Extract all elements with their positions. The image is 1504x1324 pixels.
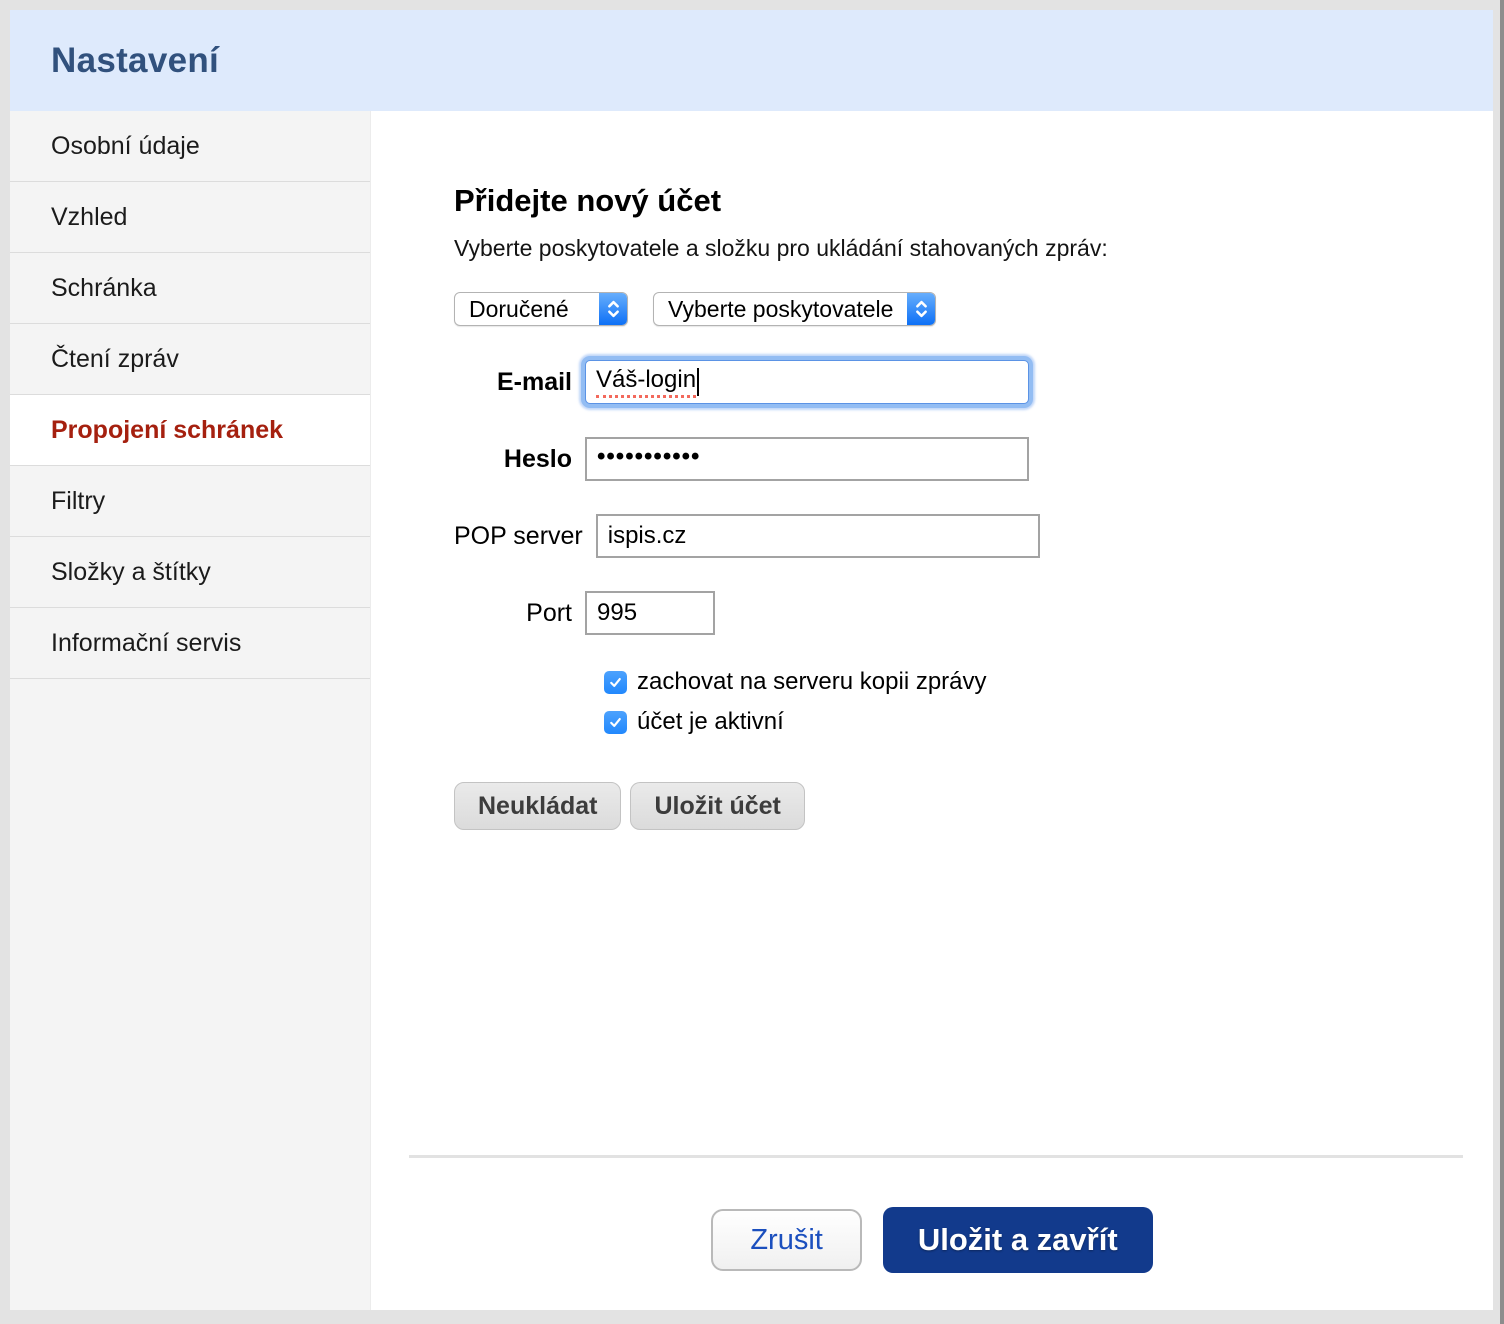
sidebar-item-osobni-udaje[interactable]: Osobní údaje	[10, 111, 370, 182]
email-label: E-mail	[454, 368, 572, 397]
sidebar-item-label: Filtry	[51, 487, 105, 516]
email-field[interactable]: Váš-login	[585, 360, 1029, 404]
sidebar-item-label: Osobní údaje	[51, 132, 200, 161]
cancel-button[interactable]: Zrušit	[711, 1209, 862, 1271]
sidebar-item-label: Vzhled	[51, 203, 127, 232]
sidebar-item-label: Informační servis	[51, 629, 241, 658]
password-value: •••••••••••	[597, 443, 700, 471]
sidebar-item-label: Složky a štítky	[51, 558, 211, 587]
sidebar-item-schranka[interactable]: Schránka	[10, 253, 370, 324]
section-subtitle: Vyberte poskytovatele a složku pro uklád…	[454, 235, 1453, 262]
window-right-edge	[1500, 0, 1504, 1324]
sidebar-item-vzhled[interactable]: Vzhled	[10, 182, 370, 253]
page-title: Nastavení	[51, 41, 219, 81]
settings-dialog: Nastavení Osobní údaje Vzhled Schránka Č…	[10, 10, 1493, 1310]
port-field[interactable]: 995	[585, 591, 715, 635]
checkbox-checked-icon	[604, 711, 627, 734]
folder-select[interactable]: Doručené	[454, 292, 628, 326]
text-caret	[697, 368, 699, 396]
chevron-up-down-icon	[907, 293, 935, 325]
sidebar-item-cteni-zprav[interactable]: Čtení zpráv	[10, 324, 370, 395]
main-panel: Přidejte nový účet Vyberte poskytovatele…	[371, 111, 1493, 1310]
keep-copy-checkbox[interactable]: zachovat na serveru kopii zprávy	[604, 668, 1453, 696]
checkbox-checked-icon	[604, 671, 627, 694]
empty-space	[371, 830, 1493, 1155]
folder-select-value: Doručené	[455, 293, 599, 325]
chevron-up-down-icon	[599, 293, 627, 325]
pop-server-value: ispis.cz	[608, 522, 687, 550]
section-title: Přidejte nový účet	[454, 183, 1453, 219]
save-and-close-button[interactable]: Uložit a zavřít	[883, 1207, 1153, 1273]
account-active-label: účet je aktivní	[637, 708, 784, 736]
sidebar-item-propojeni-schranek[interactable]: Propojení schránek	[10, 395, 370, 466]
settings-sidebar: Osobní údaje Vzhled Schránka Čtení zpráv…	[10, 111, 371, 1310]
sidebar-item-label: Propojení schránek	[51, 416, 283, 445]
password-label: Heslo	[454, 445, 572, 474]
pop-server-label: POP server	[454, 522, 583, 551]
port-value: 995	[597, 599, 637, 627]
discard-button[interactable]: Neukládat	[454, 782, 621, 830]
port-label: Port	[454, 599, 572, 628]
provider-select-value: Vyberte poskytovatele	[654, 293, 907, 325]
sidebar-item-slozky-a-stitky[interactable]: Složky a štítky	[10, 537, 370, 608]
dialog-footer: Zrušit Uložit a zavřít	[371, 1158, 1493, 1310]
provider-select[interactable]: Vyberte poskytovatele	[653, 292, 936, 326]
keep-copy-label: zachovat na serveru kopii zprávy	[637, 668, 987, 696]
settings-window: Nastavení Osobní údaje Vzhled Schránka Č…	[0, 0, 1504, 1324]
sidebar-item-informacni-servis[interactable]: Informační servis	[10, 608, 370, 679]
pop-server-field[interactable]: ispis.cz	[596, 514, 1040, 558]
sidebar-item-label: Čtení zpráv	[51, 345, 179, 374]
password-field[interactable]: •••••••••••	[585, 437, 1029, 481]
dialog-header: Nastavení	[10, 10, 1493, 111]
account-active-checkbox[interactable]: účet je aktivní	[604, 708, 1453, 736]
email-value: Váš-login	[596, 366, 696, 398]
sidebar-item-label: Schránka	[51, 274, 157, 303]
sidebar-item-filtry[interactable]: Filtry	[10, 466, 370, 537]
save-account-button[interactable]: Uložit účet	[630, 782, 804, 830]
